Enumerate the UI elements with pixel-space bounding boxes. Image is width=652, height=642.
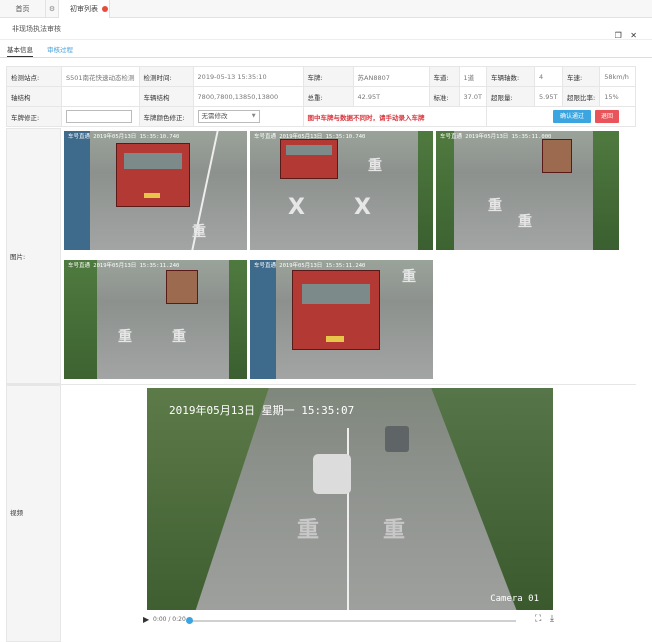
limit-label: 标准: — [428, 86, 460, 107]
speed-label: 车速: — [562, 66, 601, 87]
camera-label: Camera 01 — [490, 594, 539, 604]
capture-image-1[interactable]: 重 车号直通 2019年05月13日 15:35:10.740 — [64, 131, 247, 250]
plate-fix-input[interactable] — [66, 110, 132, 123]
plate-fix-label: 车牌修正: — [6, 106, 62, 127]
car — [385, 426, 409, 452]
capture-image-2[interactable]: X X 重 车号直通 2019年05月13日 15:35:10.740 — [250, 131, 433, 250]
overload-rate-value: 15% — [599, 86, 636, 107]
lane-value: 1道 — [458, 66, 488, 87]
color-fix-select[interactable]: 无需修改 ▼ — [197, 110, 260, 123]
roadside — [250, 260, 276, 379]
road-mark: 重 — [172, 329, 186, 345]
overload-label: 超限量: — [486, 86, 536, 107]
gear-icon[interactable]: ⚙ — [46, 0, 58, 18]
overload-value: 5.95T — [534, 86, 564, 107]
confirm-pass-button[interactable]: 确认通过 — [553, 110, 592, 123]
axles-label: 车辆轴数: — [486, 66, 536, 87]
fullscreen-icon[interactable]: ⛶ — [535, 614, 541, 624]
capture-timestamp: 车号直通 2019年05月13日 15:35:11.240 — [254, 263, 366, 269]
road-mark: 重 — [518, 214, 532, 230]
lane-label: 车道: — [428, 66, 460, 87]
plate-label: 车牌: — [302, 66, 354, 87]
vehicle-struct-value: 7800,7800,13850,13800 — [192, 86, 304, 107]
road-mark: 重 — [383, 518, 406, 543]
subtab-bar: 基本信息 审核过程 — [0, 40, 652, 58]
chevron-down-icon: ▼ — [251, 113, 256, 119]
truck-windshield — [124, 153, 182, 169]
play-icon[interactable]: ▶ — [143, 615, 149, 624]
road-mark: 重 — [488, 198, 502, 214]
images-label: 图片: — [10, 253, 26, 261]
capture-image-5[interactable]: 重 车号直通 2019年05月13日 15:35:11.240 — [250, 260, 433, 379]
subtab-review-process[interactable]: 审核过程 — [47, 44, 73, 54]
roadside — [64, 131, 90, 250]
video-progress-handle[interactable] — [186, 617, 193, 624]
video-timestamp: 2019年05月13日 星期一 15:35:07 — [169, 404, 355, 417]
vehicle-struct-label: 车辆结构 — [138, 86, 194, 107]
capture-timestamp: 车号直通 2019年05月13日 15:35:11.000 — [440, 134, 552, 140]
time-label: 检测时间: — [138, 66, 194, 87]
capture-timestamp: 车号直通 2019年05月13日 15:35:11.240 — [68, 263, 180, 269]
capture-timestamp: 车号直通 2019年05月13日 15:35:10.740 — [68, 134, 180, 140]
roadside-grass — [593, 131, 619, 250]
truck — [542, 139, 572, 173]
capture-image-4[interactable]: 重 重 车号直通 2019年05月13日 15:35:11.240 — [64, 260, 247, 379]
axle-struct-label: 轴结构 — [6, 86, 62, 107]
info-table: 检测站点: S501南花快速动态检测 检测时间: 2019-05-13 15:3… — [6, 66, 636, 127]
truck-windshield — [302, 284, 370, 304]
roadside-grass — [436, 131, 455, 250]
axles-value: 4 — [534, 66, 564, 87]
license-plate — [326, 336, 344, 342]
road-mark: 重 — [192, 224, 206, 240]
capture-timestamp: 车号直通 2019年05月13日 15:35:10.740 — [254, 134, 366, 140]
video-progress-track[interactable] — [188, 620, 516, 622]
station-label: 检测站点: — [6, 66, 62, 87]
video-controls: ▶ 0:00 / 0:20 ⛶ ⤓ — [140, 612, 560, 628]
road-mark: 重 — [297, 518, 320, 543]
panel-header: 非现场执法审核 ❐ ✕ — [0, 18, 652, 40]
time-value: 2019-05-13 15:35:10 — [192, 66, 304, 87]
total-weight-value: 42.95T — [352, 86, 430, 107]
roadside-grass — [64, 260, 97, 379]
roadside-grass — [418, 131, 433, 250]
truck-windshield — [286, 145, 332, 155]
panel-title: 非现场执法审核 — [12, 25, 61, 33]
total-weight-label: 总重: — [302, 86, 354, 107]
tab-review-list-label: 初审列表 — [70, 5, 98, 13]
plate-value: 苏AN8807 — [352, 66, 430, 87]
road-mark: 重 — [402, 269, 416, 285]
overload-rate-label: 超限比率: — [562, 86, 601, 107]
subtab-basic-info[interactable]: 基本信息 — [7, 44, 33, 57]
color-fix-label: 车牌颜色修正: — [138, 106, 194, 127]
capture-image-3[interactable]: 重 重 车号直通 2019年05月13日 15:35:11.000 — [436, 131, 619, 250]
road-mark: 重 — [118, 329, 132, 345]
station-value: S501南花快速动态检测 — [61, 66, 140, 87]
road-mark: 重 — [368, 158, 382, 174]
roadside-grass — [228, 260, 247, 379]
close-tab-icon[interactable] — [102, 6, 108, 12]
road-mark: X — [288, 195, 305, 220]
video-player[interactable]: 重 重 2019年05月13日 星期一 15:35:07 Camera 01 — [147, 388, 553, 610]
color-fix-selected: 无需修改 — [201, 112, 228, 120]
limit-value: 37.0T — [458, 86, 488, 107]
tab-home[interactable]: 首页 — [0, 0, 46, 18]
divider — [6, 384, 636, 385]
axle-struct-value — [61, 86, 140, 107]
video-label: 视频 — [10, 509, 23, 517]
video-time: 0:00 / 0:20 — [153, 616, 186, 623]
tab-bar: 首页 ⚙ 初审列表 — [0, 0, 652, 18]
reject-button[interactable]: 退回 — [595, 110, 620, 123]
road-mark: X — [354, 195, 371, 220]
road — [250, 131, 433, 250]
car — [313, 454, 351, 494]
truck — [166, 270, 198, 304]
speed-value: 58km/h — [599, 66, 636, 87]
road — [436, 131, 619, 250]
plate-mismatch-warning: 图中车牌与数据不同时，请手动录入车牌 — [307, 113, 425, 122]
license-plate — [144, 193, 160, 198]
download-icon[interactable]: ⤓ — [550, 614, 554, 624]
